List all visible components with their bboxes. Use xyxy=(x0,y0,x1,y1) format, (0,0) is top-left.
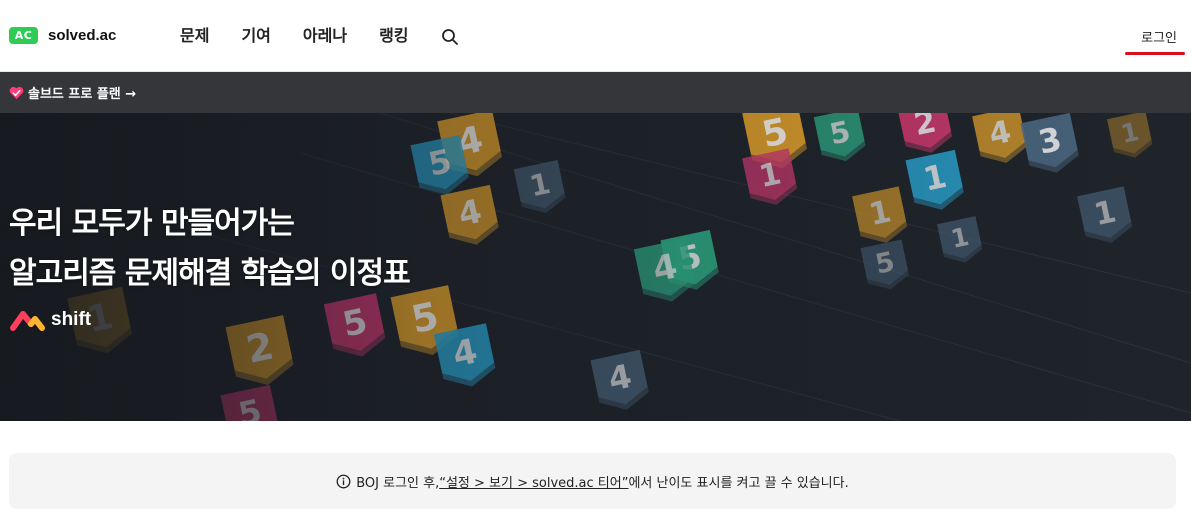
search-icon[interactable] xyxy=(441,28,459,46)
pro-plan-label: 솔브드 프로 플랜 → xyxy=(28,87,137,102)
hero-title-line-2: 알고리즘 문제해결 학습의 이정표 xyxy=(9,256,411,291)
nav-ranking[interactable]: 랭킹 xyxy=(379,24,408,48)
hero-title: 우리 모두가 만들어가는 알고리즘 문제해결 학습의 이정표 xyxy=(9,199,411,299)
nav-arena[interactable]: 아레나 xyxy=(303,24,347,48)
hero-title-line-1: 우리 모두가 만들어가는 xyxy=(9,206,295,241)
top-header: AC solved.ac 문제 기여 아레나 랭킹 로그인 xyxy=(0,0,1191,72)
hero-banner: 4514551521143115455124451 우리 모두가 만들어가는 알… xyxy=(0,113,1191,421)
info-icon xyxy=(336,474,351,488)
notice-prefix: BOJ 로그인 후, xyxy=(356,475,440,491)
login-link[interactable]: 로그인 xyxy=(1141,27,1177,46)
settings-path-link[interactable]: “설정 > 보기 > solved.ac 티어” xyxy=(439,472,628,491)
notice-suffix: 에서 난이도 표시를 켜고 끌 수 있습니다. xyxy=(628,475,849,491)
tier-display-notice: BOJ 로그인 후, “설정 > 보기 > solved.ac 티어” 에서 난… xyxy=(9,453,1176,509)
logo-badge: AC xyxy=(9,27,38,44)
login-underline xyxy=(1125,52,1185,55)
main-nav: 문제 기여 아레나 랭킹 xyxy=(180,24,459,48)
shift-logo-icon xyxy=(10,311,45,331)
shift-brand-text: shift xyxy=(51,309,92,330)
pro-plan-banner[interactable]: 솔브드 프로 플랜 → xyxy=(0,72,1191,113)
shift-brand[interactable]: shift xyxy=(9,307,91,333)
nav-contribute[interactable]: 기여 xyxy=(241,24,270,48)
heart-icon xyxy=(9,86,24,99)
logo-text: solved.ac xyxy=(48,27,117,44)
nav-problems[interactable]: 문제 xyxy=(180,24,209,48)
site-logo[interactable]: AC solved.ac xyxy=(9,27,116,44)
